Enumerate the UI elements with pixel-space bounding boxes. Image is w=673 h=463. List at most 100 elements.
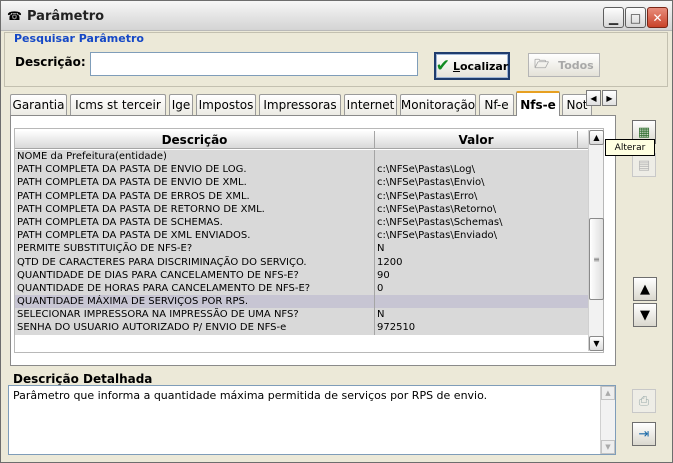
chevron-down-icon: ▼ xyxy=(605,443,611,451)
minimize-icon: ▁ xyxy=(608,10,619,25)
tab-impressoras[interactable]: Impressoras xyxy=(259,94,341,115)
cell-valor: 1200 xyxy=(377,256,403,268)
table-row[interactable]: NOME da Prefeitura(entidade) xyxy=(15,150,591,164)
exit-door-icon: ⇥ xyxy=(638,426,650,442)
cell-valor: N xyxy=(377,243,385,255)
column-divider xyxy=(374,295,375,309)
grid-vertical-scrollbar[interactable]: ▲ ≡ ▼ xyxy=(588,130,604,351)
grip-icon: ≡ xyxy=(593,254,600,264)
todos-button[interactable]: 🗁 Todos xyxy=(528,53,600,77)
table-row[interactable]: QTD DE CARACTERES PARA DISCRIMINAÇÃO DO … xyxy=(15,255,591,269)
cell-valor: N xyxy=(377,309,385,321)
cell-descricao: NOME da Prefeitura(entidade) xyxy=(17,151,167,162)
tab-nf-e[interactable]: Nf-e xyxy=(479,94,514,115)
cell-descricao: SELECIONAR IMPRESSORA NA IMPRESSÃO DE UM… xyxy=(17,309,299,321)
column-divider xyxy=(374,176,375,190)
cell-valor: c:\NFSe\Pastas\Schemas\ xyxy=(377,216,503,228)
cell-valor: c:\NFSe\Pastas\Envio\ xyxy=(377,177,485,189)
scroll-down-button[interactable]: ▼ xyxy=(589,336,604,351)
column-divider xyxy=(374,242,375,256)
cell-valor: 90 xyxy=(377,269,390,281)
column-header-valor[interactable]: Valor xyxy=(375,131,578,149)
scroll-thumb[interactable]: ≡ xyxy=(589,218,604,300)
table-row[interactable]: PATH COMPLETA DA PASTA DE ERROS DE XML. c… xyxy=(15,189,591,203)
grid-header: Descrição Valor xyxy=(15,131,591,149)
tab-ige[interactable]: Ige xyxy=(169,94,193,115)
detail-textarea[interactable]: Parâmetro que informa a quantidade máxim… xyxy=(8,385,616,455)
cell-valor: c:\NFSe\Pastas\Enviado\ xyxy=(377,230,498,242)
document-icon: ▤ xyxy=(637,157,651,173)
table-row[interactable]: PATH COMPLETA DA PASTA DE ENVIO DE XML. c… xyxy=(15,176,591,190)
column-divider xyxy=(374,163,375,177)
column-header-descricao[interactable]: Descrição xyxy=(15,131,375,149)
table-row[interactable]: SENHA DO USUARIO AUTORIZADO P/ ENVIO DE … xyxy=(15,321,591,335)
localizar-button[interactable]: ✔ Localizar xyxy=(434,52,510,80)
detail-scroll-up-button[interactable]: ▲ xyxy=(601,386,615,400)
tab-garantia[interactable]: Garantia xyxy=(10,94,67,115)
column-divider xyxy=(374,215,375,230)
cell-descricao: PATH COMPLETA DA PASTA DE RETORNO DE XML… xyxy=(17,203,265,215)
title-bar[interactable]: ☎ Parâmetro ▁ □ ✕ xyxy=(1,1,672,31)
tab-scroll-left-button[interactable]: ◀ xyxy=(586,90,601,106)
column-divider xyxy=(374,281,375,296)
table-row[interactable]: PATH COMPLETA DA PASTA DE XML ENVIADOS. c… xyxy=(15,229,591,243)
cell-valor: c:\NFSe\Pastas\Erro\ xyxy=(377,190,478,202)
tab-icms-st-terceir[interactable]: Icms st terceir xyxy=(70,94,166,115)
printer-icon: ⎙ xyxy=(638,393,650,409)
minimize-button[interactable]: ▁ xyxy=(603,7,624,28)
move-up-button[interactable]: ▲ xyxy=(633,277,657,301)
print-button[interactable]: ⎙ xyxy=(632,389,656,413)
column-divider xyxy=(374,202,375,216)
cell-descricao: PATH COMPLETA DA PASTA DE XML ENVIADOS. xyxy=(17,230,251,242)
move-down-button[interactable]: ▼ xyxy=(633,303,657,327)
cell-descricao: QUANTIDADE DE DIAS PARA CANCELAMENTO DE … xyxy=(17,269,299,281)
cell-descricao: PATH COMPLETA DA PASTA DE SCHEMAS. xyxy=(17,216,223,228)
arrow-up-icon: ▲ xyxy=(640,281,650,297)
table-row[interactable]: PERMITE SUBSTITUIÇÃO DE NFS-E? N xyxy=(15,242,591,256)
tab-nfs-e[interactable]: Nfs-e xyxy=(516,91,560,116)
cell-descricao: PATH COMPLETA DA PASTA DE ENVIO DE LOG. xyxy=(17,164,247,176)
arrow-left-icon: ◀ xyxy=(590,93,597,103)
disabled-side-button[interactable]: ▤ xyxy=(632,153,656,177)
tab-internet[interactable]: Internet xyxy=(344,94,397,115)
detail-text: Parâmetro que informa a quantidade máxim… xyxy=(13,389,488,402)
table-row[interactable]: QUANTIDADE DE HORAS PARA CANCELAMENTO DE… xyxy=(15,281,591,296)
tab-monitoracao[interactable]: Monitoração xyxy=(400,94,476,115)
description-label: Descrição: xyxy=(15,55,86,69)
table-row[interactable]: QUANTIDADE MÁXIMA DE SERVIÇOS POR RPS. xyxy=(15,295,591,309)
description-input[interactable] xyxy=(90,52,418,76)
cell-descricao: PATH COMPLETA DA PASTA DE ERROS DE XML. xyxy=(17,190,250,202)
column-divider xyxy=(374,255,375,269)
cell-valor: c:\NFSe\Pastas\Retorno\ xyxy=(377,203,497,215)
parameter-grid[interactable]: Descrição Valor NOME da Prefeitura(entid… xyxy=(14,128,604,353)
arrow-right-icon: ▶ xyxy=(606,93,613,103)
table-row[interactable]: SELECIONAR IMPRESSORA NA IMPRESSÃO DE UM… xyxy=(15,308,591,322)
folder-icon: 🗁 xyxy=(534,56,550,71)
search-group-title: Pesquisar Parâmetro xyxy=(14,32,144,45)
arrow-down-icon: ▼ xyxy=(640,307,650,323)
cell-descricao: QUANTIDADE DE HORAS PARA CANCELAMENTO DE… xyxy=(17,282,311,294)
cell-descricao: PATH COMPLETA DA PASTA DE ENVIO DE XML. xyxy=(17,177,247,189)
tab-scroll-right-button[interactable]: ▶ xyxy=(602,90,617,106)
column-divider xyxy=(374,321,375,335)
tab-impostos[interactable]: Impostos xyxy=(196,94,256,115)
table-row[interactable]: PATH COMPLETA DA PASTA DE RETORNO DE XML… xyxy=(15,202,591,216)
localizar-label: Localizar xyxy=(452,59,509,73)
close-button[interactable]: ✕ xyxy=(647,7,668,28)
scroll-up-button[interactable]: ▲ xyxy=(589,130,604,145)
tab-panel-nfs-e: Descrição Valor NOME da Prefeitura(entid… xyxy=(10,115,616,366)
detail-scrollbar[interactable]: ▲ ▼ xyxy=(600,386,615,454)
window-title: Parâmetro xyxy=(27,9,105,24)
detail-scroll-down-button[interactable]: ▼ xyxy=(601,440,615,454)
cell-descricao: QTD DE CARACTERES PARA DISCRIMINAÇÃO DO … xyxy=(17,256,307,268)
column-divider xyxy=(374,308,375,322)
chevron-down-icon: ▼ xyxy=(593,339,600,348)
table-row[interactable]: QUANTIDADE DE DIAS PARA CANCELAMENTO DE … xyxy=(15,268,591,282)
table-row[interactable]: PATH COMPLETA DA PASTA DE SCHEMAS. c:\NFS… xyxy=(15,215,591,230)
column-divider xyxy=(374,268,375,282)
maximize-button[interactable]: □ xyxy=(625,7,646,28)
maximize-icon: □ xyxy=(629,10,642,25)
table-row[interactable]: PATH COMPLETA DA PASTA DE ENVIO DE LOG. c… xyxy=(15,163,591,177)
cell-valor: 0 xyxy=(377,282,384,294)
exit-button[interactable]: ⇥ xyxy=(632,422,656,446)
